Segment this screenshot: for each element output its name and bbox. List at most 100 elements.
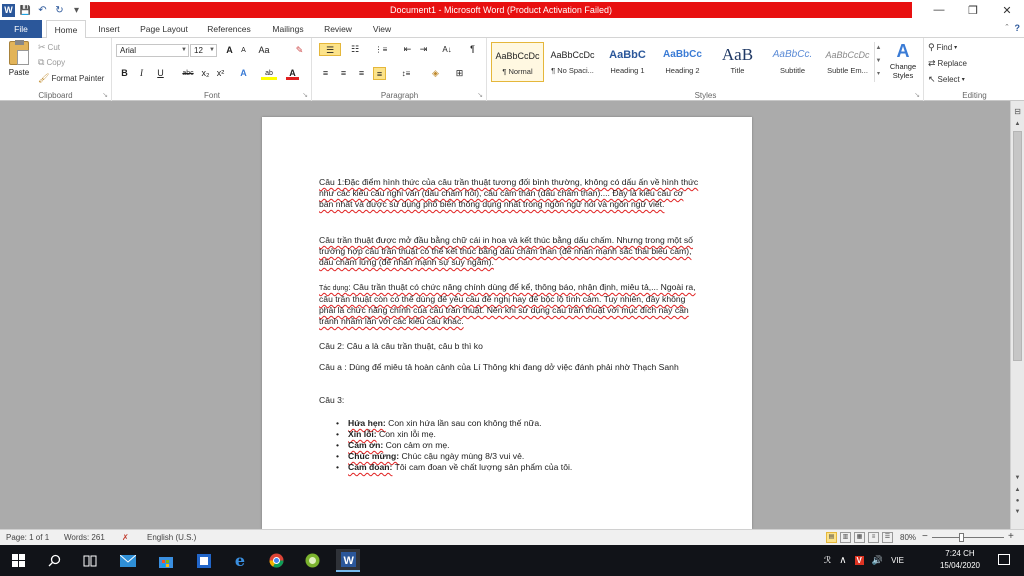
vietkey-icon[interactable]: V (854, 556, 864, 565)
notifications-icon[interactable] (998, 554, 1010, 565)
draft-view-button[interactable]: ☰ (882, 532, 893, 543)
store-icon[interactable] (154, 549, 178, 572)
clear-formatting-icon[interactable]: ✎ (293, 44, 306, 57)
style-subtle-emphasis[interactable]: AaBbCcDc Subtle Em... (821, 42, 874, 82)
tab-insert[interactable]: Insert (90, 20, 128, 38)
clipboard-launcher-icon[interactable]: ↘ (102, 91, 108, 99)
tab-file[interactable]: File (0, 20, 42, 38)
subscript-button[interactable]: x₂ (199, 67, 212, 80)
zoom-slider-track[interactable] (932, 537, 1004, 538)
justify-button[interactable]: ≡ (373, 67, 386, 80)
font-launcher-icon[interactable]: ↘ (302, 91, 308, 99)
tab-home[interactable]: Home (46, 20, 86, 39)
font-color-button[interactable]: A (286, 67, 299, 80)
green-app-icon[interactable] (300, 549, 324, 572)
word-app-icon[interactable]: W (2, 3, 15, 17)
undo-icon[interactable]: ↶ (36, 4, 49, 17)
tab-view[interactable]: View (364, 20, 400, 38)
paragraph-2[interactable]: Câu trần thuật được mở đầu bằng chữ cái … (319, 235, 699, 268)
decrease-indent-button[interactable]: ⇤ (401, 43, 414, 56)
vertical-scrollbar[interactable]: ⊟ ▲ ▼ ▲ ● ▼ (1010, 101, 1024, 529)
align-center-button[interactable]: ≡ (337, 67, 350, 80)
bold-button[interactable]: B (118, 67, 131, 80)
list-item[interactable]: Cảm ơn: Con cảm ơn mẹ. (332, 440, 692, 451)
paragraph-6[interactable]: Câu 3: (319, 395, 699, 406)
list-item[interactable]: Cam đoan: Tôi cam đoan về chất lượng sản… (332, 462, 692, 473)
prev-page-icon[interactable]: ▲ (1013, 487, 1022, 493)
volume-icon[interactable]: 🔊 (872, 555, 883, 566)
italic-button[interactable]: I (135, 67, 148, 80)
browse-object-icon[interactable]: ● (1013, 498, 1022, 504)
system-clock[interactable]: 7:24 CH 15/04/2020 (940, 548, 980, 572)
style-heading-1[interactable]: AaBbC Heading 1 (601, 42, 654, 82)
highlight-button[interactable]: ab (261, 67, 277, 80)
styles-scroll[interactable]: ▲ ▼ ▾ (874, 42, 882, 82)
input-language[interactable]: VIE (891, 556, 904, 565)
search-icon[interactable] (42, 549, 66, 572)
list-item[interactable]: Chúc mừng: Chúc cậu ngày mùng 8/3 vui vẻ… (332, 451, 692, 462)
zoom-slider-thumb[interactable] (959, 533, 964, 542)
underline-button[interactable]: U (154, 67, 167, 80)
copy-button[interactable]: ⧉ Copy (38, 56, 65, 68)
restore-button[interactable]: ❐ (956, 0, 990, 20)
replace-button[interactable]: ⇄ Replace (928, 57, 967, 69)
page-count[interactable]: Page: 1 of 1 (6, 533, 49, 542)
line-spacing-button[interactable]: ↕≡ (397, 67, 415, 80)
security-app-icon[interactable] (192, 549, 216, 572)
zoom-level[interactable]: 80% (900, 533, 916, 542)
scroll-down-icon[interactable]: ▼ (1013, 475, 1022, 481)
style-normal[interactable]: AaBbCcDc ¶ Normal (491, 42, 544, 82)
list-item[interactable]: Hứa hẹn: Con xin hứa lần sau con không t… (332, 418, 692, 429)
collapse-ribbon-icon[interactable]: ˆ (1006, 23, 1009, 33)
list-item[interactable]: Xin lỗi: Con xin lỗi mẹ. (332, 429, 692, 440)
minimize-button[interactable]: — (922, 0, 956, 20)
zoom-in-icon[interactable]: + (1008, 531, 1014, 542)
font-name-combo[interactable]: Arial ▼ (116, 44, 189, 57)
word-taskbar-icon[interactable]: W (336, 549, 360, 572)
document-page[interactable]: Câu 1:Đặc điểm hình thức của câu trần th… (262, 117, 752, 529)
sort-button[interactable]: A↓ (439, 43, 455, 56)
paste-button[interactable]: Paste (4, 40, 34, 85)
word-count[interactable]: Words: 261 (64, 533, 105, 542)
tab-mailings[interactable]: Mailings (264, 20, 312, 38)
redo-icon[interactable]: ↻ (53, 4, 66, 17)
save-icon[interactable]: 💾 (19, 4, 32, 17)
scrollbar-thumb[interactable] (1013, 131, 1022, 361)
numbering-button[interactable]: ☷ (345, 43, 365, 56)
windows-start-icon[interactable] (6, 549, 30, 572)
people-icon[interactable]: ℛ (824, 555, 831, 566)
style-heading-2[interactable]: AaBbCc Heading 2 (656, 42, 709, 82)
style-title[interactable]: AaB Title (711, 42, 764, 82)
style-no-spacing[interactable]: AaBbCcDc ¶ No Spaci... (546, 42, 599, 82)
close-button[interactable]: ✕ (990, 0, 1024, 20)
scroll-up-icon[interactable]: ▲ (1013, 121, 1022, 127)
strikethrough-button[interactable]: abc (179, 67, 197, 80)
tab-page-layout[interactable]: Page Layout (134, 20, 194, 38)
web-layout-view-button[interactable]: ▦ (854, 532, 865, 543)
task-view-icon[interactable] (78, 549, 102, 572)
borders-button[interactable]: ⊞ (453, 67, 466, 80)
chevron-up-icon[interactable]: ∧ (839, 555, 846, 566)
grow-font-button[interactable]: A (223, 44, 236, 57)
font-size-combo[interactable]: 12 ▼ (190, 44, 217, 57)
find-button[interactable]: ⚲ Find ▾ (928, 41, 957, 53)
help-icon[interactable]: ? (1015, 23, 1021, 33)
paragraph-1[interactable]: Câu 1:Đặc điểm hình thức của câu trần th… (319, 177, 699, 210)
show-formatting-button[interactable]: ¶ (466, 43, 479, 56)
paragraph-5[interactable]: Câu a : Dùng để miêu tả hoàn cảnh của Lí… (319, 362, 699, 373)
select-button[interactable]: ↖ Select ▾ (928, 73, 965, 85)
shrink-font-button[interactable]: A (237, 44, 250, 57)
paragraph-4[interactable]: Câu 2: Câu a là câu trần thuật, câu b th… (319, 341, 699, 352)
text-effects-button[interactable]: A (237, 67, 250, 80)
format-painter-button[interactable]: 🖌 Format Painter (38, 72, 104, 84)
next-page-icon[interactable]: ▼ (1013, 509, 1022, 515)
ruler-toggle-icon[interactable]: ⊟ (1013, 107, 1022, 116)
customize-qat-icon[interactable]: ▾ (70, 4, 83, 17)
proofing-icon[interactable]: ✗ (122, 533, 129, 542)
style-subtitle[interactable]: AaBbCc. Subtitle (766, 42, 819, 82)
multilevel-list-button[interactable]: ⋮≡ (371, 43, 391, 56)
increase-indent-button[interactable]: ⇥ (417, 43, 430, 56)
paragraph-launcher-icon[interactable]: ↘ (477, 91, 483, 99)
print-layout-view-button[interactable]: ▤ (826, 532, 837, 543)
outline-view-button[interactable]: ≡ (868, 532, 879, 543)
